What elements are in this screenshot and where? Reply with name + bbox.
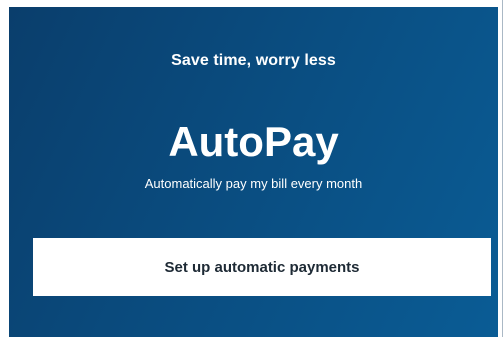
page: Save time, worry less AutoPay Automatica… [0, 0, 503, 337]
setup-automatic-payments-button[interactable]: Set up automatic payments [33, 238, 491, 296]
autopay-promo-card: Save time, worry less AutoPay Automatica… [9, 7, 498, 337]
promo-kicker: Save time, worry less [171, 52, 336, 69]
autopay-title: AutoPay [168, 118, 339, 165]
autopay-subtitle: Automatically pay my bill every month [144, 176, 363, 191]
setup-automatic-payments-label: Set up automatic payments [164, 258, 360, 276]
